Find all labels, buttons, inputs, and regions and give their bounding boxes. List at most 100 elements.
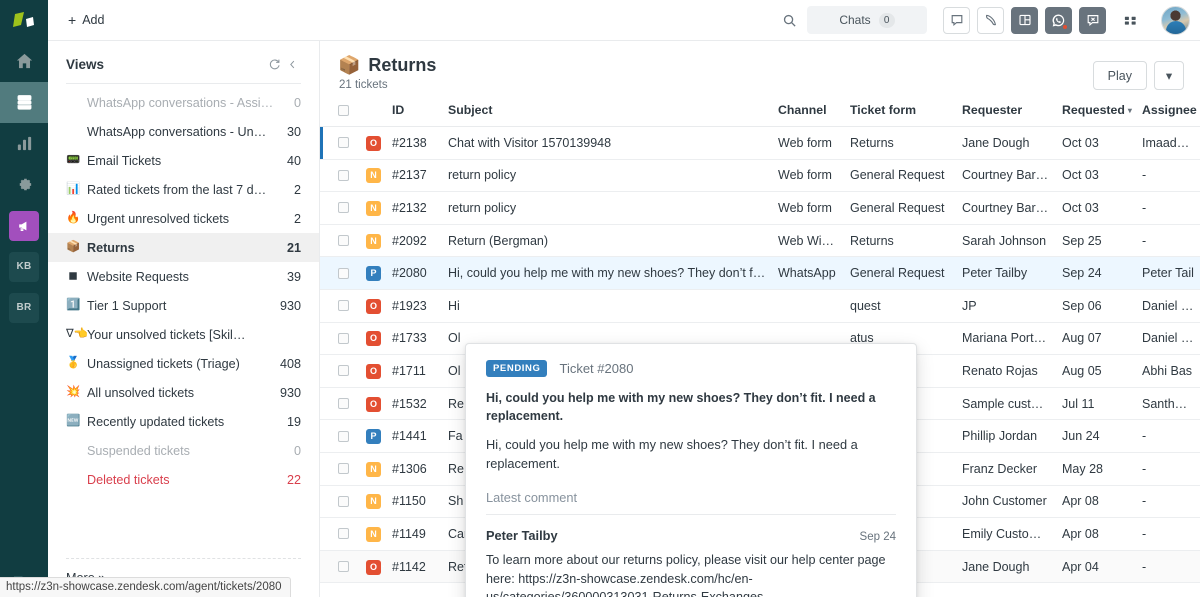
main-column: + Add Chats 0 Views WhatsApp conversatio… bbox=[48, 0, 1200, 597]
search-icon[interactable] bbox=[775, 6, 803, 34]
sidebar-item[interactable]: 📊 Rated tickets from the last 7 d… 2 bbox=[48, 175, 319, 204]
ticket-subject-cell[interactable]: Hi bbox=[442, 289, 772, 323]
row-checkbox[interactable] bbox=[338, 365, 349, 377]
status-badge-cell: O bbox=[360, 550, 386, 584]
table-row[interactable]: O #1923 Hi quest JP Sep 06 Daniel Ru bbox=[320, 289, 1200, 323]
sidebar-item[interactable]: 1️⃣ Tier 1 Support 930 bbox=[48, 291, 319, 320]
row-select-cell[interactable] bbox=[320, 322, 360, 356]
sidebar-item[interactable]: 🥇 Unassigned tickets (Triage) 408 bbox=[48, 349, 319, 378]
whatsapp-icon[interactable] bbox=[1045, 6, 1072, 34]
sidebar-item[interactable]: 📟 Email Tickets 40 bbox=[48, 146, 319, 175]
row-checkbox[interactable] bbox=[338, 495, 349, 507]
row-select-cell[interactable] bbox=[320, 354, 360, 388]
row-checkbox[interactable] bbox=[338, 463, 349, 475]
ticket-subject-cell[interactable]: Hi, could you help me with my new shoes?… bbox=[442, 256, 772, 290]
dashboard-icon[interactable] bbox=[1011, 6, 1038, 34]
status-badge: O bbox=[366, 396, 381, 412]
sidebar-item[interactable]: ∇👈 Your unsolved tickets [Skil… bbox=[48, 320, 319, 349]
ticket-subject-cell[interactable]: return policy bbox=[442, 191, 772, 225]
row-select-cell[interactable] bbox=[320, 452, 360, 486]
ticket-requester-cell: Franz Decker bbox=[956, 452, 1056, 486]
row-select-cell[interactable] bbox=[320, 224, 360, 258]
row-select-cell[interactable] bbox=[320, 256, 360, 290]
rail-item-br[interactable]: BR bbox=[0, 287, 48, 328]
play-options-button[interactable]: ▾ bbox=[1154, 61, 1184, 90]
sidebar-item-label: Unassigned tickets (Triage) bbox=[87, 356, 240, 371]
row-checkbox[interactable] bbox=[338, 267, 349, 279]
row-checkbox[interactable] bbox=[338, 430, 349, 442]
rail-item-reporting[interactable] bbox=[0, 123, 48, 164]
header-id[interactable]: ID bbox=[386, 97, 442, 127]
row-checkbox[interactable] bbox=[338, 561, 349, 573]
rail-item-admin[interactable] bbox=[0, 164, 48, 205]
table-row[interactable]: P #2080 Hi, could you help me with my new … bbox=[320, 256, 1200, 290]
row-select-cell[interactable] bbox=[320, 419, 360, 453]
ticket-subject-cell[interactable]: Chat with Visitor 1570139948 bbox=[442, 126, 772, 160]
header-subject[interactable]: Subject bbox=[442, 97, 772, 127]
select-all-checkbox[interactable] bbox=[338, 104, 349, 116]
sidebar-item[interactable]: 🆕 Recently updated tickets 19 bbox=[48, 407, 319, 436]
row-select-cell[interactable] bbox=[320, 126, 360, 160]
sidebar-item[interactable]: WhatsApp conversations - Unass… 30 bbox=[48, 117, 319, 146]
row-select-cell[interactable] bbox=[320, 159, 360, 193]
ticket-requester-cell: Jane Dough bbox=[956, 550, 1056, 584]
rail-item-home[interactable] bbox=[0, 41, 48, 82]
table-row[interactable]: O #2138 Chat with Visitor 1570139948 Web fo… bbox=[320, 126, 1200, 160]
header-requester[interactable]: Requester bbox=[956, 97, 1056, 127]
chevron-left-icon[interactable] bbox=[283, 55, 301, 73]
header-ticket-form[interactable]: Ticket form bbox=[844, 97, 956, 127]
page-title-text: Returns bbox=[368, 55, 437, 75]
ticket-requester-cell: Mariana Portela bbox=[956, 322, 1056, 356]
row-select-cell[interactable] bbox=[320, 550, 360, 584]
table-row[interactable]: N #2092 Return (Bergman) Web Widget Returns S… bbox=[320, 224, 1200, 258]
ticket-requested-cell: Oct 03 bbox=[1056, 159, 1136, 193]
row-select-cell[interactable] bbox=[320, 289, 360, 323]
row-checkbox[interactable] bbox=[338, 332, 349, 344]
row-checkbox[interactable] bbox=[338, 169, 349, 181]
row-select-cell[interactable] bbox=[320, 485, 360, 519]
play-button[interactable]: Play bbox=[1092, 61, 1147, 90]
sidebar-item[interactable]: 💥 All unsolved tickets 930 bbox=[48, 378, 319, 407]
sidebar-item[interactable]: ◼ Website Requests 39 bbox=[48, 262, 319, 291]
rail-item-announcements[interactable] bbox=[0, 205, 48, 246]
ticket-id-cell: #1711 bbox=[386, 354, 442, 388]
header-channel[interactable]: Channel bbox=[772, 97, 844, 127]
sidebar-item[interactable]: 🔥 Urgent unresolved tickets 2 bbox=[48, 204, 319, 233]
ticket-requested-cell: Oct 03 bbox=[1056, 126, 1136, 160]
row-checkbox[interactable] bbox=[338, 202, 349, 214]
row-checkbox[interactable] bbox=[338, 137, 349, 149]
header-select-all[interactable] bbox=[320, 97, 360, 127]
row-checkbox[interactable] bbox=[338, 398, 349, 410]
header-requested[interactable]: Requested ▾ bbox=[1056, 97, 1136, 127]
header-assignee[interactable]: Assignee bbox=[1136, 97, 1200, 127]
row-checkbox[interactable] bbox=[338, 300, 349, 312]
message-icon[interactable] bbox=[943, 6, 970, 34]
chats-button[interactable]: Chats 0 bbox=[807, 6, 927, 34]
row-checkbox[interactable] bbox=[338, 235, 349, 247]
add-button[interactable]: + Add bbox=[62, 9, 110, 31]
status-badge: P bbox=[366, 429, 381, 445]
rail-item-tickets[interactable] bbox=[0, 82, 48, 123]
row-checkbox[interactable] bbox=[338, 528, 349, 540]
sidebar-item[interactable]: Suspended tickets 0 bbox=[48, 436, 319, 465]
apps-grid-icon[interactable] bbox=[1117, 7, 1144, 34]
table-row[interactable]: N #2132 return policy Web form General Reque… bbox=[320, 191, 1200, 225]
ticket-id-cell: #1306 bbox=[386, 452, 442, 486]
ticket-subject-cell[interactable]: return policy bbox=[442, 159, 772, 193]
row-select-cell[interactable] bbox=[320, 517, 360, 551]
table-row[interactable]: N #2137 return policy Web form General Reque… bbox=[320, 159, 1200, 193]
avatar[interactable] bbox=[1161, 5, 1190, 35]
refresh-icon[interactable] bbox=[265, 55, 283, 73]
ticket-form-cell: General Request bbox=[844, 159, 956, 193]
phone-icon[interactable] bbox=[977, 6, 1004, 34]
zendesk-logo-icon[interactable] bbox=[0, 0, 48, 41]
rail-item-kb[interactable]: KB bbox=[0, 246, 48, 287]
sidebar-item[interactable]: WhatsApp conversations - Assig… 0 bbox=[48, 88, 319, 117]
row-select-cell[interactable] bbox=[320, 387, 360, 421]
row-select-cell[interactable] bbox=[320, 191, 360, 225]
sidebar-item[interactable]: 📦 Returns 21 bbox=[48, 233, 319, 262]
sidebar-item[interactable]: Deleted tickets 22 bbox=[48, 465, 319, 494]
close-chat-icon[interactable] bbox=[1079, 6, 1106, 34]
ticket-subject-cell[interactable]: Return (Bergman) bbox=[442, 224, 772, 258]
header-requested-label: Requested bbox=[1062, 103, 1125, 117]
